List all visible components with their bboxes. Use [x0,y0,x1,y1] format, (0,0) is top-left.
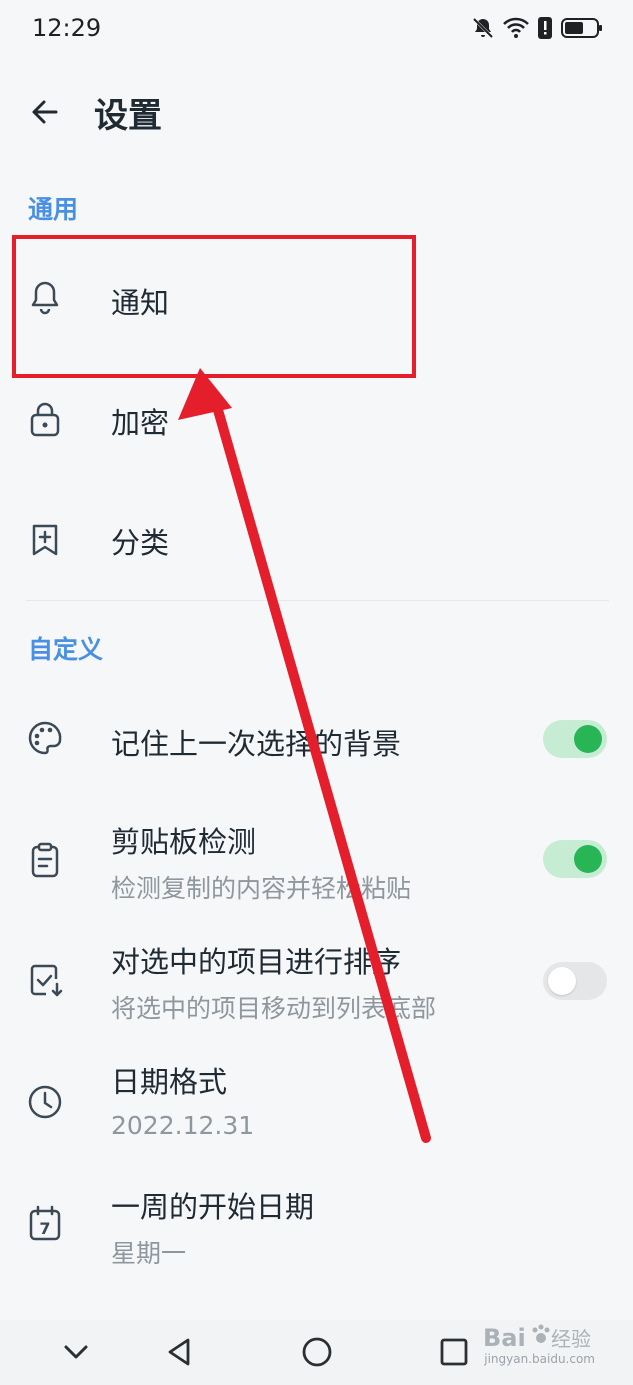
settings-item-label: 一周的开始日期 [111,1190,315,1224]
app-header: 设置 [0,78,633,148]
settings-item-week-start[interactable]: 7 一周的开始日期 星期一 [0,1170,633,1280]
status-bar: 12:29 [0,0,633,62]
toggle-knob [574,725,602,753]
calendar-icon: 7 [26,1204,64,1242]
annotation-highlight-box [12,235,416,378]
section-label-general: 通用 [28,195,79,224]
clock-icon [26,1083,64,1121]
alert-icon [537,16,553,44]
settings-item-encryption[interactable]: 加密 [0,360,633,480]
mute-icon [471,16,495,44]
chevron-down-icon[interactable] [58,1334,94,1370]
arrow-left-icon [32,100,58,124]
settings-item-subtitle: 星期一 [111,1239,187,1268]
settings-item-subtitle: 2022.12.31 [111,1111,255,1140]
paw-icon [532,1324,550,1343]
section-divider [26,600,609,601]
settings-item-remember-background[interactable]: 记住上一次选择的背景 [0,685,633,795]
check-sort-icon [26,961,64,999]
settings-item-label: 分类 [111,526,170,560]
settings-item-label: 对选中的项目进行排序 [111,945,402,979]
settings-item-label: 剪贴板检测 [111,825,257,859]
lock-icon [26,400,64,438]
settings-item-clipboard-detection[interactable]: 剪贴板检测 检测复制的内容并轻松粘贴 [0,805,633,915]
watermark-url: jingyan.baidu.com [484,1352,595,1366]
recents-square-icon[interactable] [436,1334,472,1370]
palette-icon [26,719,64,757]
toggle-knob [548,967,576,995]
settings-item-subtitle: 检测复制的内容并轻松粘贴 [111,874,412,903]
back-triangle-icon[interactable] [162,1334,198,1370]
bookmark-plus-icon [26,521,64,559]
sort-selected-toggle[interactable] [543,962,607,1000]
clipboard-icon [26,841,64,879]
wifi-icon [503,17,529,43]
settings-item-date-format[interactable]: 日期格式 2022.12.31 [0,1045,633,1155]
watermark-suffix: 经验 [551,1327,591,1351]
settings-item-label: 记住上一次选择的背景 [111,727,402,761]
home-circle-icon[interactable] [299,1334,335,1370]
section-label-custom: 自定义 [28,635,104,664]
battery-icon [561,17,603,43]
calendar-day-text: 7 [39,1219,50,1238]
page-title: 设置 [94,96,162,136]
settings-item-category[interactable]: 分类 [0,480,633,600]
status-time: 12:29 [32,14,102,42]
back-button[interactable] [26,92,66,132]
settings-item-subtitle: 将选中的项目移动到列表底部 [111,994,437,1023]
settings-item-label: 日期格式 [111,1065,228,1099]
remember-background-toggle[interactable] [543,720,607,758]
watermark-brand: Bai [483,1324,526,1352]
settings-item-sort-selected[interactable]: 对选中的项目进行排序 将选中的项目移动到列表底部 [0,925,633,1035]
clipboard-detection-toggle[interactable] [543,840,607,878]
settings-item-label: 加密 [111,406,170,440]
toggle-knob [574,845,602,873]
status-icons [471,16,603,44]
